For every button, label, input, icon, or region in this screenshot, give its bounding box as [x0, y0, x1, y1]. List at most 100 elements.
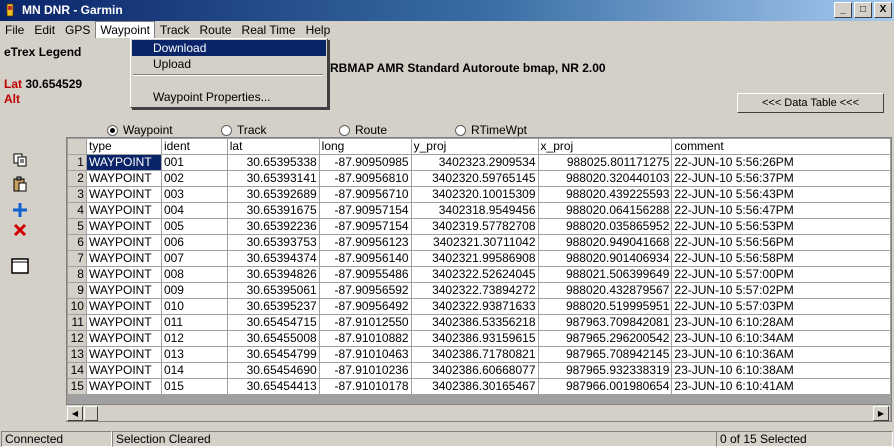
cell-y-proj[interactable]: 3402321.99586908 — [410, 250, 539, 267]
table-row[interactable]: 4 WAYPOINT 004 30.65391675 -87.90957154 34023… — [67, 202, 891, 219]
radio-rtimewpt[interactable]: RTimeWpt — [455, 123, 527, 137]
cell-ident[interactable]: 010 — [160, 298, 228, 315]
menu-gps[interactable]: GPS — [60, 21, 95, 39]
cell-comment[interactable]: 22-JUN-10 5:56:53PM — [671, 218, 891, 235]
cell-lat[interactable]: 30.65454799 — [226, 346, 320, 363]
cell-row-number[interactable]: 11 — [67, 314, 87, 331]
menu-realtime[interactable]: Real Time — [237, 21, 301, 39]
col-header-x-proj[interactable]: x_proj — [537, 138, 673, 155]
table-row[interactable]: 12 WAYPOINT 012 30.65455008 -87.91010882 3402… — [67, 330, 891, 347]
menu-file[interactable]: File — [0, 21, 29, 39]
cell-x-proj[interactable]: 988020.901406934 — [537, 250, 673, 267]
cell-lat[interactable]: 30.65391675 — [226, 202, 320, 219]
radio-track[interactable]: Track — [221, 123, 267, 137]
cell-long[interactable]: -87.90955486 — [318, 266, 412, 283]
cell-x-proj[interactable]: 987965.296200542 — [537, 330, 673, 347]
cell-long[interactable]: -87.90950985 — [318, 154, 412, 171]
scroll-thumb[interactable] — [84, 406, 98, 421]
cell-x-proj[interactable]: 988020.519995951 — [537, 298, 673, 315]
cell-long[interactable]: -87.90956492 — [318, 298, 412, 315]
radio-route[interactable]: Route — [339, 123, 387, 137]
cell-ident[interactable]: 001 — [160, 154, 228, 171]
cell-lat[interactable]: 30.65393753 — [226, 234, 320, 251]
cell-long[interactable]: -87.91012550 — [318, 314, 412, 331]
cell-row-number[interactable]: 15 — [67, 378, 87, 395]
menu-item-upload[interactable]: Upload — [132, 56, 326, 72]
cell-ident[interactable]: 014 — [160, 362, 228, 379]
cell-y-proj[interactable]: 3402386.60668077 — [410, 362, 539, 379]
minimize-button[interactable]: _ — [834, 2, 852, 18]
cell-lat[interactable]: 30.65395338 — [226, 154, 320, 171]
cell-type[interactable]: WAYPOINT — [85, 346, 162, 363]
cell-comment[interactable]: 23-JUN-10 6:10:38AM — [671, 362, 891, 379]
cell-type[interactable]: WAYPOINT — [85, 330, 162, 347]
radio-waypoint[interactable]: Waypoint — [107, 123, 173, 137]
cell-type[interactable]: WAYPOINT — [85, 314, 162, 331]
cell-comment[interactable]: 23-JUN-10 6:10:28AM — [671, 314, 891, 331]
menu-item-download[interactable]: Download — [132, 40, 326, 56]
cell-ident[interactable]: 002 — [160, 170, 228, 187]
copy-button[interactable] — [10, 150, 30, 170]
cell-y-proj[interactable]: 3402386.30165467 — [410, 378, 539, 395]
cell-long[interactable]: -87.90956140 — [318, 250, 412, 267]
cell-comment[interactable]: 22-JUN-10 5:57:00PM — [671, 266, 891, 283]
cell-ident[interactable]: 003 — [160, 186, 228, 203]
add-button[interactable] — [10, 200, 30, 220]
cell-row-number[interactable]: 2 — [67, 170, 87, 187]
scroll-right-button[interactable]: ▶ — [873, 406, 889, 421]
cell-lat[interactable]: 30.65394826 — [226, 266, 320, 283]
table-row[interactable]: 3 WAYPOINT 003 30.65392689 -87.90956710 34023… — [67, 186, 891, 203]
cell-ident[interactable]: 004 — [160, 202, 228, 219]
col-header-long[interactable]: long — [318, 138, 412, 155]
cell-type[interactable]: WAYPOINT — [85, 218, 162, 235]
table-row[interactable]: 13 WAYPOINT 013 30.65454799 -87.91010463 3402… — [67, 346, 891, 363]
cell-comment[interactable]: 22-JUN-10 5:56:26PM — [671, 154, 891, 171]
cell-long[interactable]: -87.90956123 — [318, 234, 412, 251]
cell-ident[interactable]: 012 — [160, 330, 228, 347]
table-row[interactable]: 10 WAYPOINT 010 30.65395237 -87.90956492 3402… — [67, 298, 891, 315]
cell-long[interactable]: -87.91010882 — [318, 330, 412, 347]
radio-waypoint-dot[interactable] — [107, 124, 118, 136]
cell-lat[interactable]: 30.65454715 — [226, 314, 320, 331]
cell-row-number[interactable]: 13 — [67, 346, 87, 363]
radio-track-dot[interactable] — [221, 124, 232, 136]
cell-comment[interactable]: 22-JUN-10 5:56:47PM — [671, 202, 891, 219]
cell-type[interactable]: WAYPOINT — [85, 362, 162, 379]
cell-lat[interactable]: 30.65454413 — [226, 378, 320, 395]
cell-lat[interactable]: 30.65392689 — [226, 186, 320, 203]
col-header-ident[interactable]: ident — [160, 138, 228, 155]
cell-type[interactable]: WAYPOINT — [85, 378, 162, 395]
cell-y-proj[interactable]: 3402321.30711042 — [410, 234, 539, 251]
menu-item-waypoint-properties[interactable]: Waypoint Properties... — [132, 89, 326, 105]
title-bar[interactable]: MN DNR - Garmin _ □ X — [0, 0, 894, 21]
delete-button[interactable] — [10, 220, 30, 240]
cell-lat[interactable]: 30.65455008 — [226, 330, 320, 347]
cell-y-proj[interactable]: 3402322.93871633 — [410, 298, 539, 315]
cell-row-number[interactable]: 3 — [67, 186, 87, 203]
table-row[interactable]: 6 WAYPOINT 006 30.65393753 -87.90956123 34023… — [67, 234, 891, 251]
waypoint-data-grid[interactable]: type ident lat long y_proj x_proj commen… — [66, 137, 892, 422]
cell-ident[interactable]: 006 — [160, 234, 228, 251]
cell-comment[interactable]: 22-JUN-10 5:57:02PM — [671, 282, 891, 299]
cell-ident[interactable]: 007 — [160, 250, 228, 267]
cell-type[interactable]: WAYPOINT — [85, 282, 162, 299]
cell-lat[interactable]: 30.65454690 — [226, 362, 320, 379]
cell-row-number[interactable]: 8 — [67, 266, 87, 283]
cell-x-proj[interactable]: 988020.432879567 — [537, 282, 673, 299]
maximize-button[interactable]: □ — [854, 2, 872, 18]
cell-type[interactable]: WAYPOINT — [85, 202, 162, 219]
cell-ident[interactable]: 013 — [160, 346, 228, 363]
table-row[interactable]: 9 WAYPOINT 009 30.65395061 -87.90956592 34023… — [67, 282, 891, 299]
cell-long[interactable]: -87.90956592 — [318, 282, 412, 299]
cell-row-number[interactable]: 6 — [67, 234, 87, 251]
cell-y-proj[interactable]: 3402323.2909534 — [410, 154, 539, 171]
cell-x-proj[interactable]: 988020.035865952 — [537, 218, 673, 235]
menu-track[interactable]: Track — [155, 21, 195, 39]
cell-row-number[interactable]: 1 — [67, 154, 87, 171]
properties-button[interactable] — [10, 256, 30, 276]
cell-type[interactable]: WAYPOINT — [85, 154, 162, 171]
cell-type[interactable]: WAYPOINT — [85, 298, 162, 315]
cell-comment[interactable]: 22-JUN-10 5:56:58PM — [671, 250, 891, 267]
cell-row-number[interactable]: 14 — [67, 362, 87, 379]
scroll-left-button[interactable]: ◀ — [67, 406, 83, 421]
